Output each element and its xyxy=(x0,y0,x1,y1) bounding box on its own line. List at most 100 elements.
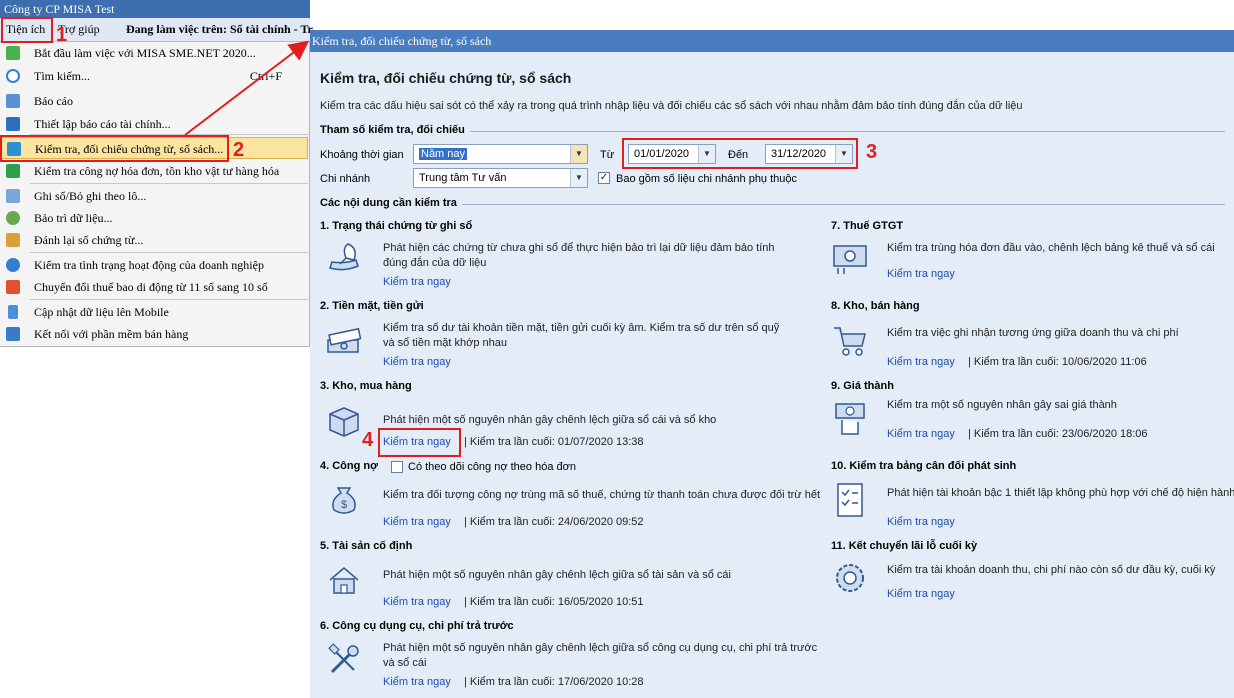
menu-separator xyxy=(30,252,308,253)
task-title: 3. Kho, mua hàng xyxy=(320,380,412,392)
mobile-icon xyxy=(8,305,18,319)
menu-separator xyxy=(30,299,308,300)
chevron-down-icon[interactable]: ▼ xyxy=(570,169,587,187)
menu-item-label: Bắt đầu làm việc với MISA SME.NET 2020..… xyxy=(34,46,256,60)
menu-item-label: Cập nhật dữ liệu lên Mobile xyxy=(34,305,169,319)
task-title: 11. Kết chuyển lãi lỗ cuối kỳ xyxy=(831,540,978,552)
annotation-number-3: 3 xyxy=(866,141,878,163)
annotation-box-3 xyxy=(622,138,858,169)
menu-item-search[interactable]: Tìm kiếm... Ctrl+F xyxy=(0,65,308,87)
page-title: Kiểm tra, đối chiếu chứng từ, sổ sách xyxy=(320,70,572,86)
page-description: Kiểm tra các dấu hiệu sai sót có thể xảy… xyxy=(320,100,1023,112)
menu-item-phone-convert[interactable]: Chuyển đổi thuế bao di động từ 11 số san… xyxy=(0,276,308,298)
check-inventory-icon xyxy=(6,164,20,178)
business-status-icon xyxy=(6,258,20,272)
menu-item-label: Thiết lập báo cáo tài chính... xyxy=(34,117,171,131)
check-now-link[interactable]: Kiểm tra ngay xyxy=(383,516,451,528)
task-actions: Kiểm tra ngay xyxy=(383,356,451,368)
period-value: Năm nay xyxy=(419,148,468,160)
menu-item-connect-sales[interactable]: Kết nối với phần mềm bán hàng xyxy=(0,323,308,345)
menu-item-check-inventory[interactable]: Kiểm tra công nợ hóa đơn, tồn kho vật tư… xyxy=(0,160,308,182)
hand-money-icon xyxy=(835,403,865,435)
box-icon xyxy=(329,407,359,437)
task-actions: Kiểm tra ngay xyxy=(887,588,955,600)
phone-convert-icon xyxy=(6,280,20,294)
menu-item-shortcut: Ctrl+F xyxy=(249,69,282,83)
period-select[interactable]: Năm nay ▼ xyxy=(413,144,588,164)
task-actions: Kiểm tra ngay xyxy=(887,268,955,280)
annotation-box-2 xyxy=(0,135,229,162)
house-icon xyxy=(329,567,359,594)
annotation-number-4: 4 xyxy=(362,429,374,451)
working-on-label: Đang làm việc trên: Sổ tài chính - Tr xyxy=(126,22,313,36)
menu-item-batch-post[interactable]: Ghi sổ/Bỏ ghi theo lô... xyxy=(0,185,308,207)
menu-item-label: Kết nối với phần mềm bán hàng xyxy=(34,327,189,341)
task-actions: Kiểm tra ngay | Kiểm tra lần cuối: 23/06… xyxy=(887,428,1148,440)
task-title: 6. Công cụ dụng cụ, chi phí trả trước xyxy=(320,620,514,632)
check-now-link[interactable]: Kiểm tra ngay xyxy=(383,276,451,288)
section-divider xyxy=(470,131,1225,132)
maintenance-icon xyxy=(6,211,20,225)
menu-item-label: Chuyển đổi thuế bao di động từ 11 số san… xyxy=(34,280,268,294)
task-description: Kiểm tra số dư tài khoản tiền mặt, tiền … xyxy=(383,322,780,349)
check-now-link[interactable]: Kiểm tra ngay xyxy=(887,428,955,440)
menu-item-renumber[interactable]: Đánh lại số chứng từ... xyxy=(0,229,308,251)
task-title: 9. Giá thành xyxy=(831,380,894,392)
include-branch-checkbox[interactable]: ✓ xyxy=(598,172,610,184)
last-checked: | Kiểm tra lần cuối: 23/06/2020 18:06 xyxy=(967,428,1148,440)
task-title: 10. Kiểm tra bảng cân đối phát sinh xyxy=(831,460,1017,472)
check-now-link[interactable]: Kiểm tra ngay xyxy=(887,516,955,528)
menu-item-maintenance[interactable]: Bảo trì dữ liệu... xyxy=(0,207,308,229)
task-description: Kiểm tra tài khoản doanh thu, chi phí nà… xyxy=(887,564,1216,576)
task-actions: Kiểm tra ngay | Kiểm tra lần cuối: 24/06… xyxy=(383,516,644,528)
panel-header: Kiểm tra, đối chiếu chứng từ, sổ sách xyxy=(310,30,1234,52)
task-actions: Kiểm tra ngay xyxy=(887,516,955,528)
menu-separator xyxy=(30,183,308,184)
task-description: Kiểm tra đối tượng công nợ trùng mã số t… xyxy=(383,489,820,501)
chevron-down-icon[interactable]: ▼ xyxy=(570,145,587,163)
report-icon xyxy=(6,94,20,108)
quill-icon xyxy=(329,243,359,271)
menu-item-finance-setup[interactable]: Thiết lập báo cáo tài chính... xyxy=(0,113,308,135)
content-heading: Các nội dung cần kiểm tra xyxy=(320,197,457,209)
cart-icon xyxy=(834,327,866,356)
menu-item-mobile-update[interactable]: Cập nhật dữ liệu lên Mobile xyxy=(0,301,308,323)
check-now-link[interactable]: Kiểm tra ngay xyxy=(383,596,451,608)
cash-icon xyxy=(327,327,362,353)
task-description: Kiểm tra việc ghi nhận tương ứng giữa do… xyxy=(887,327,1179,339)
check-now-link[interactable]: Kiểm tra ngay xyxy=(383,356,451,368)
task-title: 7. Thuế GTGT xyxy=(831,220,904,232)
annotation-box-4 xyxy=(378,428,461,457)
task-title: 2. Tiền mặt, tiền gửi xyxy=(320,300,424,312)
check-now-link[interactable]: Kiểm tra ngay xyxy=(887,268,955,280)
from-label: Từ xyxy=(600,149,615,161)
period-label: Khoảng thời gian xyxy=(320,149,404,161)
tools-icon xyxy=(328,643,359,674)
svg-text:$: $ xyxy=(341,499,347,511)
task-actions: Kiểm tra ngay | Kiểm tra lần cuối: 10/06… xyxy=(887,356,1147,368)
connect-icon xyxy=(6,327,20,341)
task-title: 8. Kho, bán hàng xyxy=(831,300,920,312)
debt-invoice-checkbox[interactable] xyxy=(391,461,403,473)
task-description: Kiểm tra một số nguyên nhân gây sai giá … xyxy=(887,399,1117,411)
money-bag-icon: $ xyxy=(332,487,356,514)
task-description: Phát hiện tài khoản bậc 1 thiết lập khôn… xyxy=(887,487,1234,499)
menu-item-report[interactable]: Báo cáo xyxy=(0,90,308,112)
branch-select[interactable]: Trung tâm Tư vấn ▼ xyxy=(413,168,588,188)
last-checked: | Kiểm tra lần cuối: 24/06/2020 09:52 xyxy=(463,516,644,528)
menu-item-label: Ghi sổ/Bỏ ghi theo lô... xyxy=(34,189,147,203)
app-title-bar: Công ty CP MISA Test xyxy=(0,0,310,18)
menu-item-business-status[interactable]: Kiểm tra tình trạng hoạt động của doanh … xyxy=(0,254,308,276)
check-now-link[interactable]: Kiểm tra ngay xyxy=(887,588,955,600)
task-actions: Kiểm tra ngay xyxy=(383,276,451,288)
menu-item-label: Đánh lại số chứng từ... xyxy=(34,233,144,247)
check-now-link[interactable]: Kiểm tra ngay xyxy=(887,356,955,368)
menu-item-label: Tìm kiếm... xyxy=(34,69,90,83)
menu-item-start[interactable]: Bắt đầu làm việc với MISA SME.NET 2020..… xyxy=(0,42,308,64)
task-description: Kiểm tra trùng hóa đơn đầu vào, chênh lệ… xyxy=(887,242,1215,254)
last-checked: | Kiểm tra lần cuối: 16/05/2020 10:51 xyxy=(463,596,644,608)
check-now-link[interactable]: Kiểm tra ngay xyxy=(383,676,451,688)
task-title: 4. Công nợ xyxy=(320,460,378,472)
checklist-icon xyxy=(837,483,863,517)
start-icon xyxy=(6,46,20,60)
